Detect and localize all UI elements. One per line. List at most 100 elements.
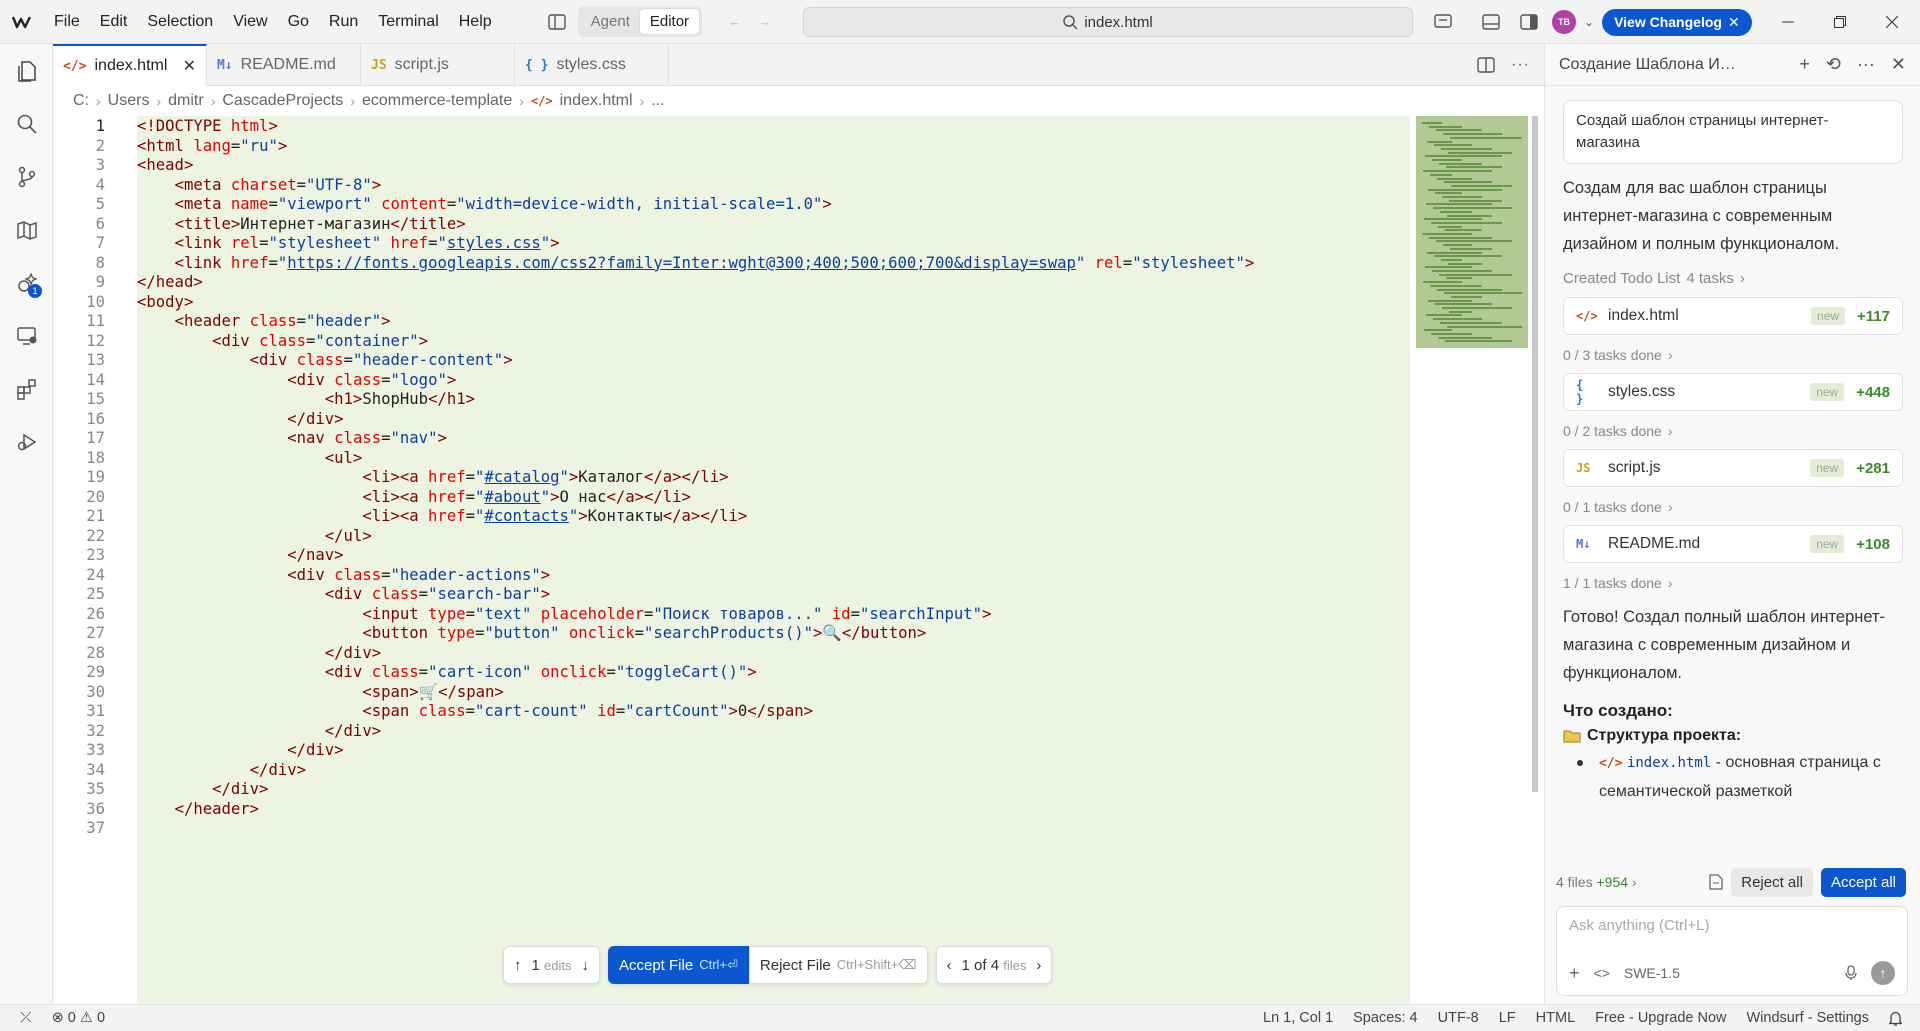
- run-debug-icon[interactable]: [0, 415, 53, 468]
- close-icon[interactable]: ✕: [1728, 14, 1740, 31]
- next-edit-icon[interactable]: ↓: [581, 957, 589, 974]
- agents-icon[interactable]: 1: [0, 256, 53, 309]
- search-icon[interactable]: [0, 97, 53, 150]
- menu-go[interactable]: Go: [278, 0, 319, 44]
- encoding[interactable]: UTF-8: [1438, 1010, 1479, 1026]
- avatar[interactable]: TB: [1552, 10, 1576, 34]
- file-type-icon: { }: [525, 57, 549, 73]
- task-progress[interactable]: 0 / 3 tasks done ›: [1563, 347, 1903, 363]
- menu-help[interactable]: Help: [449, 0, 502, 44]
- file-pager-text: 1 of 4: [961, 956, 1000, 974]
- chevron-down-icon[interactable]: ⌄: [1584, 15, 1594, 29]
- view-changelog-button[interactable]: View Changelog ✕: [1602, 8, 1752, 36]
- code-line[interactable]: 37: [53, 817, 1453, 841]
- close-panel-icon[interactable]: ✕: [1891, 54, 1906, 75]
- close-tab-icon[interactable]: ✕: [183, 56, 196, 76]
- language-mode[interactable]: HTML: [1536, 1010, 1575, 1026]
- breadcrumb-item[interactable]: CascadeProjects: [222, 92, 343, 110]
- microphone-icon[interactable]: [1845, 965, 1857, 981]
- menu-file[interactable]: File: [44, 0, 90, 44]
- minimap-line: [1434, 144, 1472, 147]
- explorer-icon[interactable]: [0, 44, 53, 97]
- task-progress[interactable]: 0 / 2 tasks done ›: [1563, 423, 1903, 439]
- map-icon[interactable]: [0, 203, 53, 256]
- model-selector[interactable]: SWE-1.5: [1624, 965, 1680, 981]
- breadcrumb-item[interactable]: Users: [108, 92, 150, 110]
- breadcrumb-item[interactable]: ...: [651, 92, 664, 110]
- new-chat-icon[interactable]: +: [1799, 54, 1810, 75]
- tab-readme-md[interactable]: M↓ README.md: [207, 44, 361, 86]
- minimap-line: [1434, 255, 1502, 258]
- forward-arrow-icon[interactable]: →: [750, 7, 780, 37]
- agent-mode-button[interactable]: Agent: [581, 9, 640, 34]
- breadcrumb-item[interactable]: ecommerce-template: [362, 92, 512, 110]
- problems-indicator[interactable]: ⊗ 0 ⚠ 0: [52, 1010, 105, 1026]
- previous-edit-icon[interactable]: ↑: [514, 957, 522, 974]
- code-editor[interactable]: 1 <!DOCTYPE html> 2 <html lang="ru"> 3 <head>…: [53, 116, 1544, 1004]
- extensions-icon[interactable]: [0, 362, 53, 415]
- breadcrumb-item[interactable]: dmitr: [168, 92, 204, 110]
- code-mode-icon[interactable]: <>: [1594, 965, 1610, 981]
- accept-file-button[interactable]: Accept File Ctrl+⏎: [607, 946, 749, 984]
- plan-status[interactable]: Free - Upgrade Now: [1595, 1010, 1726, 1026]
- command-center[interactable]: index.html: [803, 7, 1413, 37]
- minimize-icon[interactable]: [1762, 0, 1814, 44]
- more-options-icon[interactable]: ···: [1857, 54, 1875, 75]
- todo-list-header[interactable]: Created Todo List 4 tasks ›: [1563, 270, 1903, 287]
- breadcrumb-item[interactable]: C:: [73, 92, 89, 110]
- changed-file-card[interactable]: { } styles.css new +448: [1563, 373, 1903, 411]
- reject-all-button[interactable]: Reject all: [1731, 867, 1813, 897]
- changed-files-count[interactable]: 4 files +954 ›: [1556, 874, 1637, 890]
- chat-icon[interactable]: [1428, 7, 1458, 37]
- breadcrumb-item[interactable]: index.html: [560, 92, 633, 110]
- toggle-sidebar-icon[interactable]: [542, 7, 572, 37]
- previous-file-icon[interactable]: ‹: [947, 957, 952, 974]
- created-heading: Что создано:: [1563, 701, 1673, 720]
- edits-navigator: ↑ 1 edits ↓: [503, 946, 600, 984]
- editor-tabs: </> index.html ✕ M↓ README.md JS script.js { } s…: [53, 44, 1544, 86]
- split-editor-icon[interactable]: [1477, 56, 1495, 73]
- tab-index-html[interactable]: </> index.html ✕: [53, 44, 207, 86]
- changed-file-card[interactable]: JS script.js new +281: [1563, 449, 1903, 487]
- vertical-scrollbar[interactable]: [1532, 116, 1538, 792]
- next-file-icon[interactable]: ›: [1036, 957, 1041, 974]
- more-actions-icon[interactable]: ···: [1511, 56, 1530, 74]
- windsurf-settings[interactable]: Windsurf - Settings: [1747, 1010, 1870, 1026]
- bell-icon[interactable]: [1889, 1011, 1902, 1026]
- menu-edit[interactable]: Edit: [90, 0, 138, 44]
- restore-icon[interactable]: [1814, 0, 1866, 44]
- history-icon[interactable]: ⟲: [1826, 54, 1841, 75]
- cursor-position[interactable]: Ln 1, Col 1: [1263, 1010, 1333, 1026]
- toggle-panel-icon[interactable]: [1476, 7, 1506, 37]
- changes-summary: 4 files +954 › Reject all Accept all: [1556, 862, 1906, 902]
- send-icon[interactable]: ↑: [1871, 961, 1895, 985]
- menu-selection[interactable]: Selection: [137, 0, 223, 44]
- changed-file-card[interactable]: </> index.html new +117: [1563, 297, 1903, 335]
- remote-explorer-icon[interactable]: [0, 309, 53, 362]
- document-icon[interactable]: [1709, 874, 1723, 890]
- line-ending[interactable]: LF: [1499, 1010, 1516, 1026]
- toggle-secondary-sidebar-icon[interactable]: [1514, 7, 1544, 37]
- menu-view[interactable]: View: [223, 0, 277, 44]
- changed-file-card[interactable]: M↓ README.md new +108: [1563, 525, 1903, 563]
- reject-file-button[interactable]: Reject File Ctrl+Shift+⌫: [748, 946, 928, 984]
- minimap[interactable]: [1416, 116, 1528, 348]
- editor-mode-button[interactable]: Editor: [639, 9, 700, 34]
- accept-all-button[interactable]: Accept all: [1820, 867, 1906, 897]
- menu-terminal[interactable]: Terminal: [368, 0, 448, 44]
- back-arrow-icon[interactable]: ←: [720, 7, 750, 37]
- task-progress[interactable]: 1 / 1 tasks done ›: [1563, 575, 1903, 591]
- tab-styles-css[interactable]: { } styles.css: [515, 44, 669, 86]
- remote-icon[interactable]: ⤫: [20, 1010, 32, 1026]
- tab-script-js[interactable]: JS script.js: [361, 44, 515, 86]
- conversation: Создай шаблон страницы интернет-магазина…: [1563, 100, 1903, 806]
- indentation[interactable]: Spaces: 4: [1353, 1010, 1418, 1026]
- chat-input[interactable]: Ask anything (Ctrl+L) + <> SWE-1.5 ↑: [1556, 906, 1908, 996]
- minimap-line: [1445, 229, 1482, 232]
- source-control-icon[interactable]: [0, 150, 53, 203]
- add-context-icon[interactable]: +: [1569, 963, 1580, 984]
- window-close-icon[interactable]: [1866, 0, 1918, 44]
- task-progress[interactable]: 0 / 1 tasks done ›: [1563, 499, 1903, 515]
- bullet-code[interactable]: index.html: [1627, 755, 1711, 771]
- menu-run[interactable]: Run: [319, 0, 368, 44]
